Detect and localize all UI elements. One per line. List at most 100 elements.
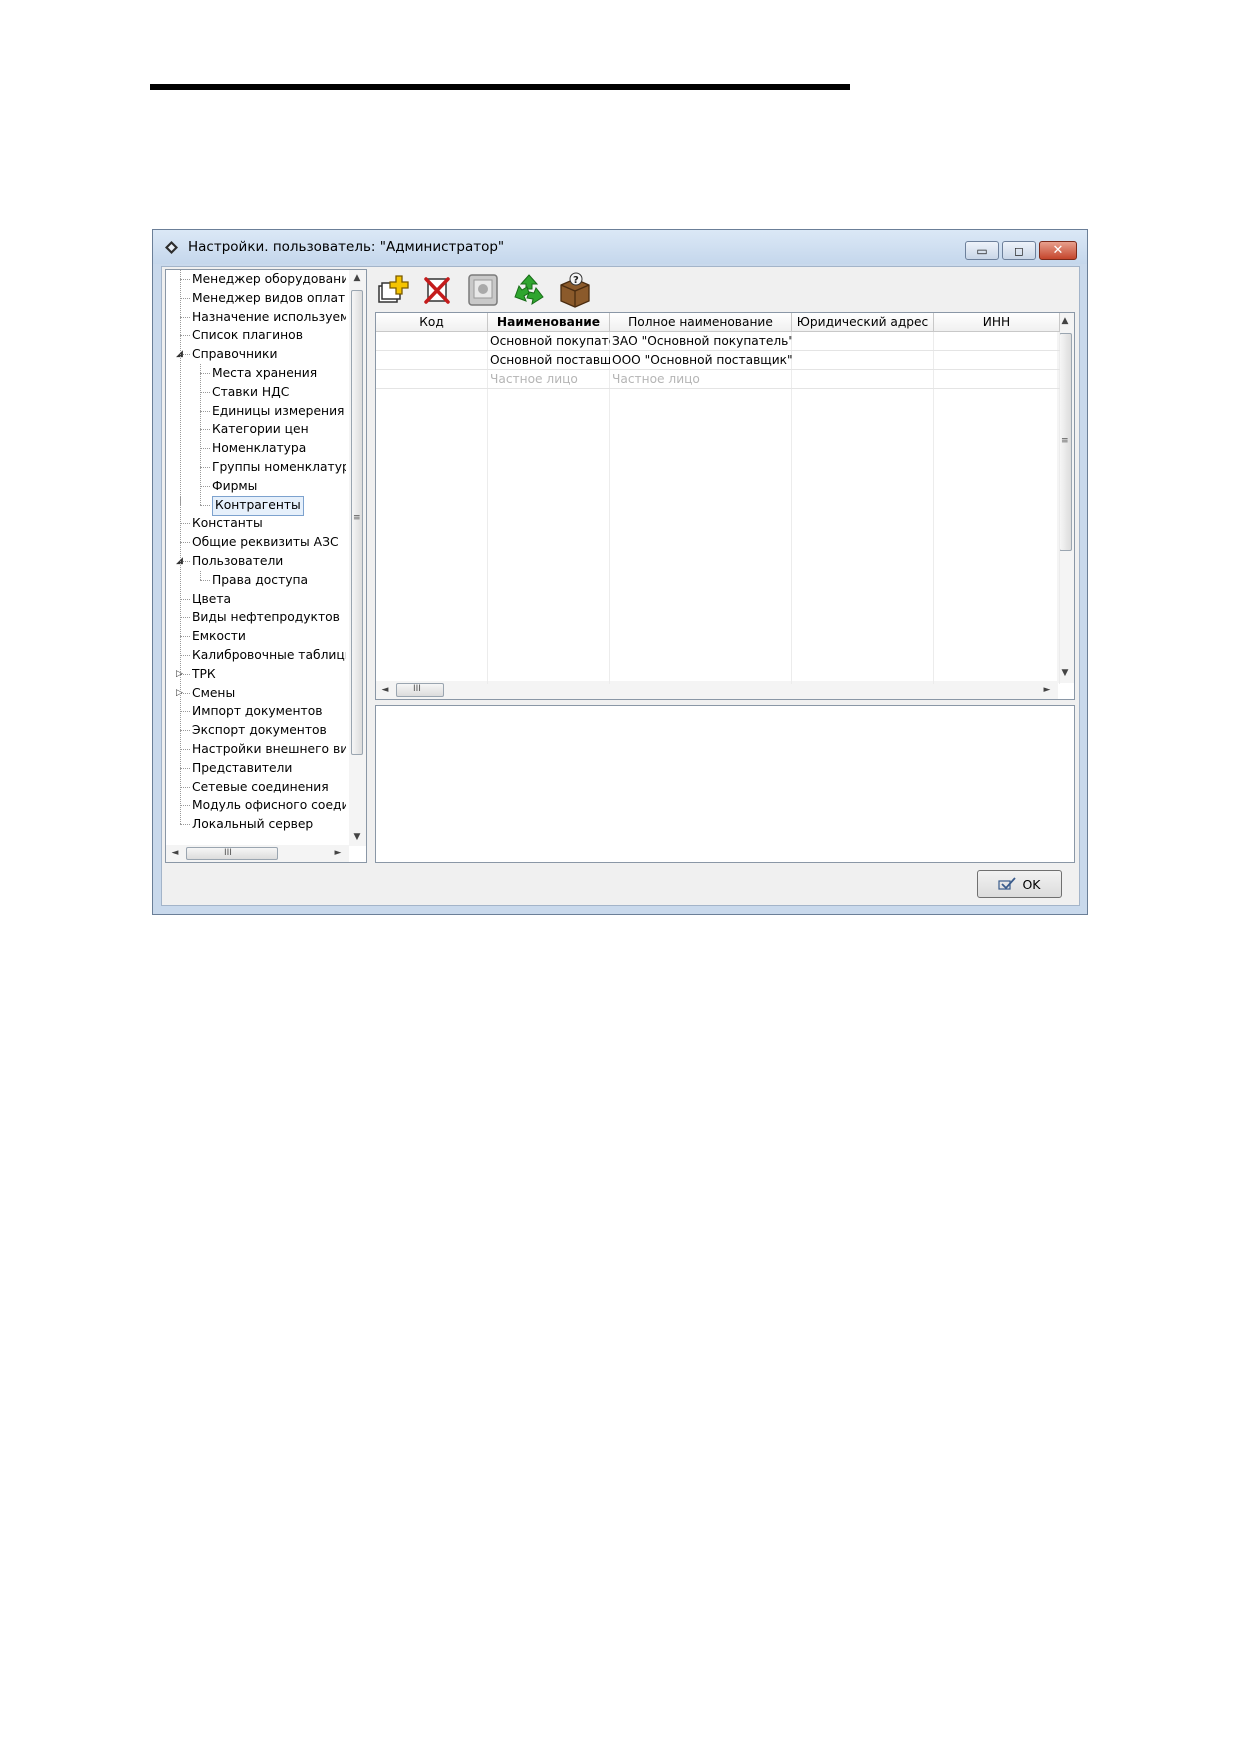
tree-horizontal-scrollbar[interactable]: ◄ III ► <box>166 845 349 862</box>
tree-item[interactable]: Номенклатура <box>212 439 306 457</box>
title-bar[interactable]: Настройки. пользователь: "Администратор"… <box>153 230 1087 264</box>
refresh-icon[interactable] <box>510 271 548 309</box>
tree-item[interactable]: Калибровочные таблицы <box>192 646 346 664</box>
grid-grip-icon: ≡ <box>1061 436 1069 446</box>
detail-panel[interactable] <box>375 705 1075 863</box>
table-cell[interactable]: ЗАО "Основной покупатель" <box>610 332 792 351</box>
tree-item[interactable]: Общие реквизиты АЗС <box>192 533 339 551</box>
placeholder-cell[interactable]: Частное лицо <box>488 370 610 389</box>
scroll-right-icon[interactable]: ► <box>331 848 345 858</box>
tree-horizontal-thumb[interactable]: III <box>186 847 278 860</box>
tree-item[interactable]: Справочники <box>192 345 277 363</box>
ok-button[interactable]: OK <box>977 870 1062 898</box>
grid-hgrip-icon: III <box>413 684 421 694</box>
help-box-icon[interactable]: ? <box>556 271 594 309</box>
placeholder-cell[interactable] <box>792 370 934 389</box>
tree-item[interactable]: Назначение используемых <box>192 308 346 326</box>
grid-horizontal-scrollbar[interactable]: ◄ III ► <box>376 681 1058 699</box>
tree-item[interactable]: Настройки внешнего вида <box>192 740 346 758</box>
edit-icon[interactable] <box>464 271 502 309</box>
tree-item[interactable]: Локальный сервер <box>192 815 313 833</box>
hgrip-icon: III <box>224 848 232 858</box>
settings-window: Настройки. пользователь: "Администратор"… <box>152 229 1088 915</box>
table-cell[interactable] <box>376 351 488 370</box>
table-cell[interactable] <box>792 351 934 370</box>
tree-connector <box>180 335 190 337</box>
table-cell[interactable]: Основной покупатель <box>488 332 610 351</box>
tree-item[interactable]: Импорт документов <box>192 702 322 720</box>
tree-connector <box>180 711 190 713</box>
tree-item[interactable]: Модуль офисного соединения <box>192 796 346 814</box>
tree-connector <box>200 448 210 450</box>
column-header[interactable]: Юридический адрес <box>792 313 934 332</box>
maximize-button[interactable]: ◻ <box>1002 241 1036 260</box>
tree-connector <box>180 598 190 600</box>
tree-item[interactable]: Сетевые соединения <box>192 778 329 796</box>
table-cell[interactable] <box>792 332 934 351</box>
column-header[interactable]: ИНН <box>934 313 1060 332</box>
close-button[interactable]: ✕ <box>1039 241 1077 260</box>
tree-item[interactable]: Менеджер оборудования <box>192 270 346 288</box>
placeholder-cell[interactable]: Частное лицо <box>610 370 792 389</box>
top-rule <box>150 84 850 90</box>
tree-guide-line <box>200 570 201 580</box>
add-icon[interactable] <box>374 271 412 309</box>
ok-label: OK <box>1022 876 1041 892</box>
table-cell[interactable]: Основной поставщик <box>488 351 610 370</box>
tree-connector <box>200 391 210 393</box>
placeholder-cell[interactable] <box>934 370 1060 389</box>
grid-scroll-right-icon[interactable]: ► <box>1040 685 1054 695</box>
column-header[interactable]: Полное наименование <box>610 313 792 332</box>
tree-item[interactable]: Список плагинов <box>192 326 303 344</box>
placeholder-cell[interactable] <box>376 370 488 389</box>
minimize-button[interactable]: ▭ <box>965 241 999 260</box>
table-cell[interactable] <box>934 332 1060 351</box>
maximize-icon: ◻ <box>1014 243 1024 258</box>
tree-item[interactable]: Группы номенклатуры <box>212 458 346 476</box>
tree-item[interactable]: Представители <box>192 759 292 777</box>
tree-connector <box>180 297 190 299</box>
grid-scroll-up-icon[interactable]: ▲ <box>1058 316 1072 326</box>
tree-item[interactable]: Цвета <box>192 590 231 608</box>
tree-item[interactable]: Права доступа <box>212 571 308 589</box>
tree-item[interactable]: Виды нефтепродуктов <box>192 608 340 626</box>
tree-connector <box>200 485 210 487</box>
close-icon: ✕ <box>1052 243 1064 258</box>
delete-icon[interactable] <box>418 271 456 309</box>
tree-item[interactable]: Емкости <box>192 627 246 645</box>
window-title: Настройки. пользователь: "Администратор" <box>188 239 505 255</box>
tree-connector <box>180 655 190 656</box>
table-cell[interactable] <box>934 351 1060 370</box>
grid-scroll-down-icon[interactable]: ▼ <box>1058 668 1072 678</box>
settings-tree[interactable]: ▲ ≡ ▼ ◄ III ► Менеджер оборудования Менед… <box>165 269 367 863</box>
tree-item[interactable]: Единицы измерения <box>212 402 344 420</box>
tree-item[interactable]: ТРК <box>192 665 216 683</box>
tree-connector <box>180 542 190 544</box>
scroll-up-icon[interactable]: ▲ <box>350 273 364 283</box>
tree-item[interactable]: Контрагенты <box>212 495 304 516</box>
checkmark-icon <box>998 877 1017 890</box>
tree-vertical-scrollbar[interactable]: ▲ ≡ ▼ <box>349 270 366 846</box>
tree-item[interactable]: Места хранения <box>212 364 317 382</box>
table-cell[interactable]: ООО "Основной поставщик" <box>610 351 792 370</box>
tree-vertical-thumb[interactable]: ≡ <box>351 290 363 755</box>
grid-scroll-left-icon[interactable]: ◄ <box>378 685 392 695</box>
tree-connector <box>200 467 210 468</box>
scroll-down-icon[interactable]: ▼ <box>350 832 364 842</box>
tree-item[interactable]: Смены <box>192 684 235 702</box>
tree-item[interactable]: Константы <box>192 514 263 532</box>
tree-item[interactable]: Экспорт документов <box>192 721 327 739</box>
table-cell[interactable] <box>376 332 488 351</box>
tree-item[interactable]: Менеджер видов оплаты <box>192 289 346 307</box>
column-header[interactable]: Наименование <box>488 313 610 332</box>
grip-icon: ≡ <box>353 513 361 523</box>
grid-horizontal-thumb[interactable]: III <box>396 683 444 697</box>
tree-item[interactable]: Ставки НДС <box>212 383 289 401</box>
tree-item[interactable]: Пользователи <box>192 552 283 570</box>
scroll-left-icon[interactable]: ◄ <box>168 848 182 858</box>
tree-item[interactable]: Фирмы <box>212 477 257 495</box>
tree-item[interactable]: Категории цен <box>212 420 309 438</box>
contractors-grid[interactable]: ▲ ≡ ▼ ◄ III ► Код Наименование Полное наим… <box>375 312 1075 700</box>
column-header[interactable]: Код <box>376 313 488 332</box>
grid-vertical-thumb[interactable]: ≡ <box>1059 333 1072 551</box>
